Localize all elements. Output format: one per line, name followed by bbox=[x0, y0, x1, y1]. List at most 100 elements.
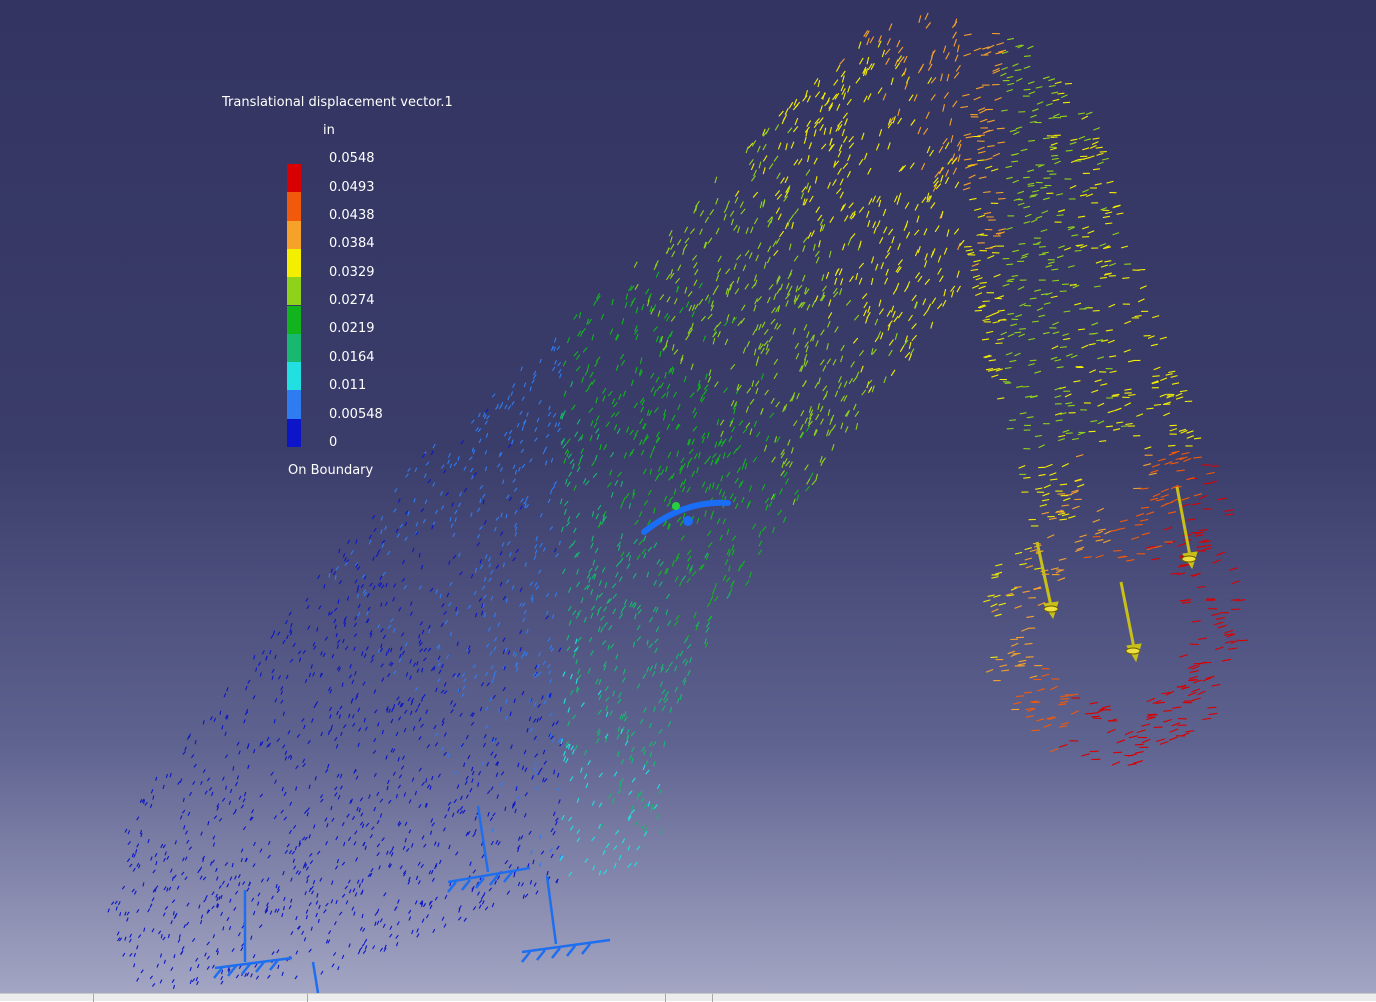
displacement-vector bbox=[708, 376, 711, 382]
displacement-vector bbox=[291, 623, 292, 627]
displacement-vector bbox=[807, 304, 810, 310]
displacement-vector bbox=[815, 382, 818, 388]
displacement-vector bbox=[689, 449, 693, 454]
displacement-vector bbox=[737, 277, 739, 283]
displacement-vector bbox=[258, 662, 260, 666]
displacement-vector bbox=[705, 217, 708, 223]
displacement-vector bbox=[1012, 276, 1019, 277]
displacement-vector bbox=[207, 956, 209, 959]
clamp-restraint-icon[interactable] bbox=[313, 962, 318, 993]
displacement-vector bbox=[1052, 346, 1058, 349]
displacement-vector bbox=[756, 255, 759, 261]
displacement-vector bbox=[729, 589, 732, 594]
force-arrow-icon[interactable] bbox=[1121, 582, 1141, 661]
displacement-vector bbox=[633, 642, 634, 648]
displacement-vector bbox=[365, 846, 366, 850]
displacement-vector bbox=[581, 434, 583, 440]
displacement-vector bbox=[1075, 251, 1082, 252]
displacement-vector bbox=[1079, 136, 1085, 139]
displacement-vector bbox=[1089, 334, 1096, 335]
displacement-vector bbox=[399, 717, 401, 721]
displacement-vector bbox=[421, 565, 423, 569]
displacement-vector bbox=[440, 860, 442, 864]
displacement-vector bbox=[682, 463, 685, 468]
displacement-vector bbox=[1032, 190, 1039, 192]
displacement-vector bbox=[416, 876, 417, 880]
displacement-vector bbox=[399, 775, 402, 779]
displacement-vector bbox=[275, 909, 277, 913]
displacement-vector bbox=[1060, 519, 1067, 520]
displacement-vector bbox=[812, 480, 816, 485]
displacement-vector bbox=[534, 555, 536, 559]
displacement-vector bbox=[1018, 203, 1024, 205]
displacement-vector bbox=[713, 338, 715, 344]
displacement-vector bbox=[1015, 552, 1022, 554]
displacement-vector bbox=[1214, 622, 1223, 625]
displacement-vector bbox=[926, 112, 929, 119]
displacement-vector bbox=[605, 697, 609, 701]
displacement-vector bbox=[361, 813, 363, 817]
displacement-vector bbox=[860, 241, 862, 248]
displacement-vector bbox=[794, 256, 798, 262]
displacement-vector bbox=[529, 831, 531, 835]
displacement-vector bbox=[769, 501, 772, 507]
displacement-vector bbox=[405, 537, 407, 541]
displacement-vector bbox=[307, 875, 310, 878]
displacement-vector bbox=[806, 170, 810, 176]
displacement-vector bbox=[458, 917, 461, 920]
displacement-vector bbox=[273, 631, 274, 635]
displacement-vector bbox=[492, 679, 493, 683]
displacement-vector bbox=[1073, 285, 1080, 288]
displacement-vector bbox=[480, 565, 482, 569]
displacement-vector bbox=[828, 409, 830, 416]
clamp-restraint-icon[interactable] bbox=[448, 806, 530, 892]
displacement-vector bbox=[1100, 384, 1107, 386]
displacement-vector bbox=[1180, 391, 1187, 392]
displacement-vector bbox=[567, 482, 570, 487]
displacement-vector bbox=[599, 803, 602, 808]
displacement-vector bbox=[763, 156, 767, 162]
displacement-vector bbox=[693, 408, 696, 414]
displacement-vector bbox=[712, 589, 714, 595]
displacement-vector bbox=[137, 978, 139, 982]
displacement-vector bbox=[956, 65, 960, 71]
displacement-vector bbox=[520, 411, 523, 415]
displacement-vector bbox=[530, 582, 533, 586]
displacement-vector bbox=[669, 662, 673, 667]
displacement-vector bbox=[743, 265, 746, 271]
displacement-vector bbox=[289, 905, 291, 909]
displacement-vector bbox=[1009, 420, 1016, 421]
displacement-vector bbox=[773, 527, 775, 533]
displacement-vector bbox=[165, 906, 168, 909]
displacement-vector bbox=[872, 257, 874, 264]
displacement-vector bbox=[756, 381, 760, 387]
displacement-vector bbox=[478, 413, 480, 417]
displacement-vector bbox=[355, 831, 357, 835]
rotation-compass-icon[interactable] bbox=[644, 502, 728, 532]
displacement-vector bbox=[640, 419, 643, 424]
displacement-vector bbox=[290, 802, 292, 806]
displacement-vector bbox=[807, 331, 810, 337]
clamp-restraint-icon[interactable] bbox=[522, 876, 610, 962]
3d-viewport[interactable]: Translational displacement vector.1 in 0… bbox=[0, 0, 1376, 993]
displacement-vector bbox=[589, 382, 592, 387]
displacement-vector bbox=[1036, 719, 1044, 721]
displacement-vector bbox=[343, 725, 346, 729]
clamp-restraint-icon[interactable] bbox=[214, 890, 292, 978]
displacement-vector bbox=[1028, 364, 1035, 366]
displacement-vector bbox=[386, 583, 388, 587]
displacement-vector bbox=[879, 309, 883, 315]
displacement-vector bbox=[1146, 408, 1153, 409]
displacement-vector bbox=[168, 934, 169, 938]
displacement-vector bbox=[254, 911, 255, 915]
displacement-vector bbox=[394, 670, 397, 674]
displacement-vector bbox=[173, 911, 174, 915]
displacement-vector bbox=[734, 263, 736, 269]
displacement-vector bbox=[689, 305, 692, 311]
displacement-vector bbox=[704, 385, 708, 390]
displacement-vector bbox=[677, 698, 679, 703]
displacement-vector bbox=[1190, 671, 1199, 673]
displacement-vector bbox=[246, 686, 248, 690]
displacement-vector bbox=[338, 795, 340, 799]
force-arrow-icon[interactable] bbox=[1037, 542, 1058, 618]
